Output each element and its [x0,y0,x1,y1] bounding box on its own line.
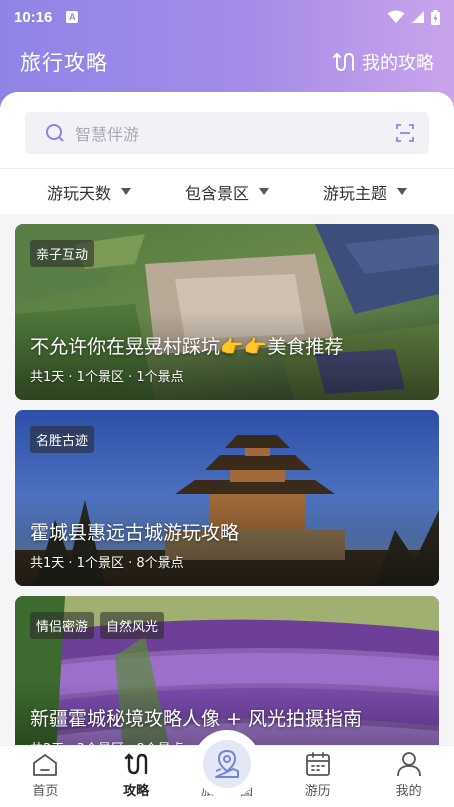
guide-list: 亲子互动 不允许你在晃晃村踩坑👉👉美食推荐 共1天 · 1个景区 · 1个景点 [0,214,454,772]
app-header: 旅行攻略 我的攻略 [0,40,454,84]
status-time: 10:16 [14,8,53,26]
tag: 自然风光 [100,612,165,639]
user-icon [396,752,421,777]
battery-icon [431,9,440,25]
search-placeholder: 智慧伴游 [75,125,140,144]
guide-card[interactable]: 亲子互动 不允许你在晃晃村踩坑👉👉美食推荐 共1天 · 1个景区 · 1个景点 [15,224,439,400]
tag: 情侣密游 [30,612,95,639]
card-title: 不允许你在晃晃村踩坑👉👉美食推荐 [30,336,344,358]
my-guides-label: 我的攻略 [362,53,434,74]
filter-scenic-areas[interactable]: 包含景区 [185,180,269,204]
filter-theme-label: 游玩主题 [322,183,387,203]
card-title: 霍城县惠远古城游玩攻略 [30,522,240,544]
scan-icon[interactable] [395,123,415,143]
filter-bar: 游玩天数 包含景区 游玩主题 [0,168,454,214]
status-bar: 10:16 A [0,0,454,34]
nav-guides-label: 攻略 [123,784,150,799]
calendar-icon [305,752,330,776]
search-section: 智慧伴游 [0,92,454,168]
card-meta: 共1天 · 1个景区 · 8个景点 [30,556,184,571]
dropdown-triangle-icon [259,188,269,195]
dropdown-triangle-icon [121,188,131,195]
my-guides-button[interactable]: 我的攻略 [332,49,434,75]
wifi-icon [387,10,405,23]
nav-home[interactable]: 首页 [5,753,85,799]
card-tags: 情侣密游 自然风光 [30,612,165,639]
nav-calendar-label: 游历 [304,784,331,799]
card-tags: 名胜古迹 [30,426,95,453]
nav-mine-label: 我的 [395,784,422,799]
signal-icon [412,11,424,23]
search-icon [46,124,64,142]
tag: 名胜古迹 [30,426,95,453]
filter-scenic-areas-label: 包含景区 [184,183,249,203]
filter-days-label: 游玩天数 [46,183,111,203]
content-panel: 智慧伴游 游玩天数 包含景区 游玩主题 亲子互动 不允许你在晃晃村踩坑👉👉美食推… [0,92,454,807]
tag: 亲子互动 [30,240,95,267]
card-tags: 亲子互动 [30,240,95,267]
filter-days[interactable]: 游玩天数 [47,180,131,204]
map-pin-icon [215,749,239,778]
filter-theme[interactable]: 游玩主题 [323,180,407,204]
nav-calendar[interactable]: 游历 [278,751,358,799]
nav-mine[interactable]: 我的 [369,751,449,799]
card-title: 新疆霍城秘境攻略人像 + 风光拍摄指南 [30,708,362,730]
route-icon [333,52,354,72]
search-input[interactable]: 智慧伴游 [25,112,429,154]
guide-card[interactable]: 名胜古迹 霍城县惠远古城游玩攻略 共1天 · 1个景区 · 8个景点 [15,410,439,586]
notification-a-icon: A [66,11,79,23]
nav-guides[interactable]: 攻略 [96,751,176,799]
home-icon [33,754,58,776]
route-icon [124,753,148,775]
dropdown-triangle-icon [397,188,407,195]
map-button[interactable] [193,730,261,798]
card-meta: 共1天 · 1个景区 · 1个景点 [30,370,184,385]
nav-home-label: 首页 [32,784,59,799]
page-title: 旅行攻略 [20,51,108,75]
